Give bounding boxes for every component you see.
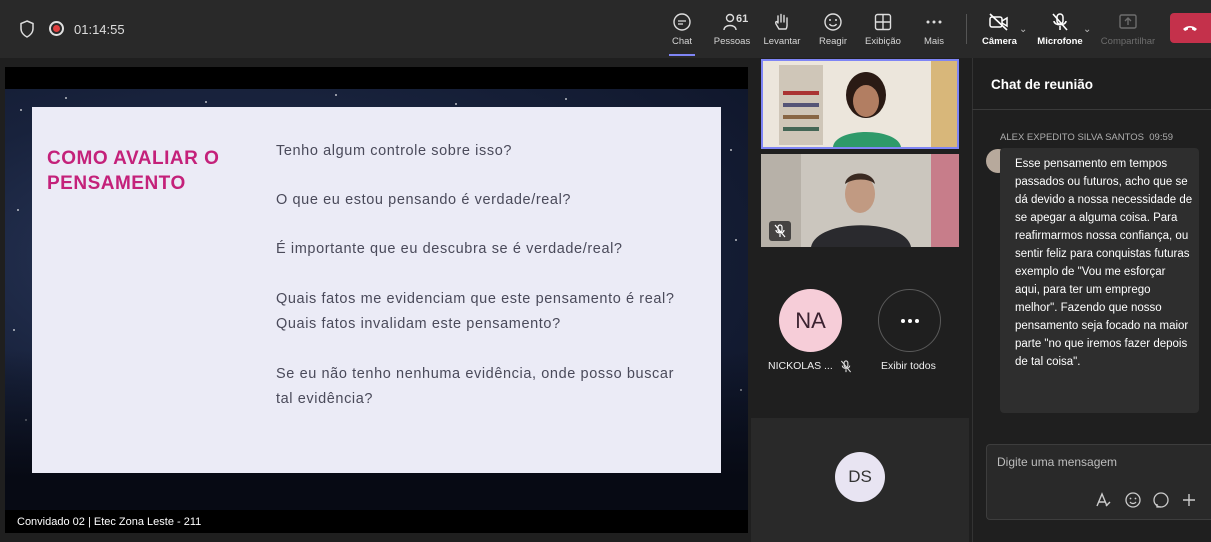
raise-hand-icon bbox=[775, 13, 788, 30]
share-icon bbox=[1119, 14, 1137, 29]
more-icon bbox=[926, 20, 942, 24]
mic-off-icon bbox=[774, 224, 786, 238]
self-avatar-ds: DS bbox=[835, 452, 885, 502]
more-button[interactable]: Mais bbox=[922, 8, 946, 52]
shared-screen: COMO AVALIAR O PENSAMENTO Tenho algum co… bbox=[5, 67, 748, 533]
toolbar-divider bbox=[966, 14, 967, 44]
raise-hand-button[interactable]: Levantar bbox=[762, 8, 802, 52]
leave-button[interactable] bbox=[1170, 13, 1211, 43]
chat-button[interactable]: Chat bbox=[669, 8, 695, 56]
react-button[interactable]: Reagir bbox=[817, 8, 849, 52]
recording-icon bbox=[49, 21, 64, 36]
slide-background: COMO AVALIAR O PENSAMENTO Tenho algum co… bbox=[5, 89, 748, 510]
slide-card: COMO AVALIAR O PENSAMENTO Tenho algum co… bbox=[32, 107, 721, 473]
add-icon[interactable] bbox=[1180, 491, 1198, 509]
chat-message-time: 09:59 bbox=[1149, 132, 1174, 143]
view-grid-icon bbox=[874, 13, 892, 31]
slide-question-5: Se eu não tenho nenhuma evidência, onde … bbox=[276, 366, 674, 407]
show-all-label: Exibir todos bbox=[881, 360, 936, 372]
participant-video-2[interactable] bbox=[761, 154, 959, 247]
mic-off-icon bbox=[1052, 13, 1068, 31]
participant-video-speaker[interactable] bbox=[761, 59, 959, 149]
meeting-timer: 01:14:55 bbox=[74, 22, 125, 37]
share-button[interactable]: Compartilhar bbox=[1099, 8, 1157, 52]
meeting-toolbar: 01:14:55 Chat Pessoas 61 Levantar Reagir… bbox=[0, 0, 1211, 58]
speaker-video-feed bbox=[763, 61, 957, 147]
participant-name-nickolas: NICKOLAS ... bbox=[768, 360, 833, 372]
chat-message-meta: ALEX EXPEDITO SILVA SANTOS 09:59 bbox=[1000, 132, 1173, 143]
presenter-caption: Convidado 02 | Etec Zona Leste - 211 bbox=[5, 511, 748, 533]
emoji-icon[interactable] bbox=[1124, 491, 1142, 509]
chat-panel-divider bbox=[972, 109, 1211, 110]
camera-button[interactable]: Câmera bbox=[982, 8, 1017, 52]
slide-question-4: Quais fatos me evidenciam que este pensa… bbox=[276, 291, 675, 332]
slide-title: COMO AVALIAR O PENSAMENTO bbox=[47, 148, 220, 194]
camera-options-chevron-icon[interactable]: ⌄ bbox=[1019, 24, 1027, 35]
muted-mic-badge bbox=[769, 221, 791, 241]
participant-avatar-na[interactable]: NA bbox=[779, 289, 842, 352]
chat-message-text: Esse pensamento em tempos passados ou fu… bbox=[1015, 158, 1193, 368]
view-button[interactable]: Exibição bbox=[864, 8, 902, 52]
slide-question-1: Tenho algum controle sobre isso? bbox=[276, 143, 513, 159]
show-all-participants-button[interactable] bbox=[878, 289, 941, 352]
chat-message-sender: ALEX EXPEDITO SILVA SANTOS bbox=[1000, 132, 1144, 143]
format-text-icon[interactable] bbox=[1094, 491, 1112, 509]
camera-off-icon bbox=[989, 13, 1008, 31]
slide-question-3: É importante que eu descubra se é verdad… bbox=[276, 241, 623, 257]
microphone-options-chevron-icon[interactable]: ⌄ bbox=[1083, 24, 1091, 35]
chat-message-input[interactable] bbox=[997, 455, 1197, 469]
chat-compose-box[interactable] bbox=[986, 444, 1211, 520]
shared-content-stage: COMO AVALIAR O PENSAMENTO Tenho algum co… bbox=[0, 58, 752, 542]
microphone-button[interactable]: Microfone bbox=[1036, 8, 1084, 52]
slide-question-2: O que eu estou pensando é verdade/real? bbox=[276, 192, 572, 208]
mic-off-icon bbox=[840, 360, 852, 373]
participant-count: 61 bbox=[736, 13, 749, 25]
react-icon bbox=[824, 13, 842, 31]
shield-icon[interactable] bbox=[19, 20, 35, 38]
chat-icon bbox=[673, 13, 691, 31]
more-icon bbox=[900, 318, 919, 323]
chat-panel-title: Chat de reunião bbox=[991, 77, 1094, 92]
hang-up-icon bbox=[1183, 26, 1197, 31]
sticker-icon[interactable] bbox=[1152, 491, 1170, 509]
